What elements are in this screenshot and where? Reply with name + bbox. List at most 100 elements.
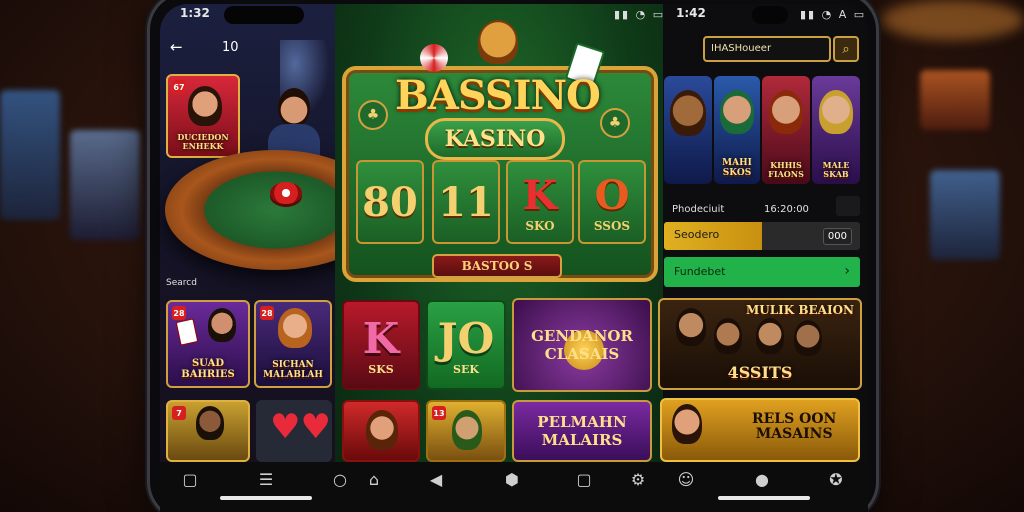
- game-tile-gold-portrait[interactable]: 13: [426, 400, 506, 462]
- logo-subtitle: KASINO: [425, 118, 565, 160]
- section-label: Searcd: [166, 278, 197, 288]
- game-tile-jo[interactable]: JO SEK: [426, 300, 506, 390]
- tile-pelmahn-title: PELMAHN MALAIRS: [537, 413, 627, 449]
- green-action-bar[interactable]: Fundebet ›: [664, 257, 860, 287]
- recent-apps-icon[interactable]: ▢: [574, 470, 594, 489]
- mascot-icon: [478, 20, 518, 64]
- game-tile-red-portrait[interactable]: [342, 400, 420, 462]
- right-home-indicator[interactable]: [718, 496, 810, 500]
- settings-icon[interactable]: ⚙: [628, 470, 648, 489]
- reel-4: O SSOS: [578, 160, 646, 244]
- queen-portrait-icon: [819, 90, 853, 134]
- werewolf-portrait-icon: [670, 90, 706, 136]
- promo-card-2[interactable]: RELS OON MASAINS: [660, 398, 860, 462]
- game-card-1[interactable]: 28 SUAD BAHRIES: [166, 300, 250, 388]
- man-portrait-icon-1: [676, 308, 706, 346]
- left-nav: ←: [170, 38, 183, 56]
- game-card-3-badge: 7: [172, 406, 186, 420]
- background-slot-machine-left: [0, 90, 60, 220]
- man-portrait-icon-4: [794, 320, 822, 356]
- background-light: [880, 0, 1024, 40]
- middle-status-icons: ▮▮ ◔ ▭: [614, 8, 666, 21]
- game-tile-gendanor[interactable]: GENDANOR CLASAIS: [512, 298, 652, 392]
- right-game-3-title: KHHIS FIAONS: [768, 160, 804, 179]
- player-portrait-icon: [208, 308, 236, 342]
- green-bar-label: Fundebet: [674, 265, 726, 278]
- logo-title: BASSINO: [395, 72, 601, 119]
- game-card-1-title: SUAD BAHRIES: [181, 358, 235, 380]
- candy-swirl-icon: [420, 44, 448, 72]
- chip-stack-icon: [270, 182, 302, 204]
- game-card-4[interactable]: ♥♥: [256, 400, 332, 462]
- reel-4-symbol: O: [594, 171, 630, 219]
- right-game-2[interactable]: MAHI SKOS: [714, 76, 760, 184]
- game-card-1-badge: 28: [172, 306, 186, 320]
- gold-tile-badge: 13: [432, 406, 446, 420]
- gold-bar-label: Seodero: [674, 228, 720, 241]
- reel-3: K SKO: [506, 160, 574, 244]
- group-portrait-icon: [196, 406, 224, 440]
- background-slot-machine-left-2: [70, 130, 140, 240]
- right-game-1[interactable]: [664, 76, 712, 184]
- reel-1-symbol: 80: [362, 178, 418, 226]
- left-decor-button[interactable]: ♣: [358, 100, 388, 130]
- left-home-indicator[interactable]: [220, 496, 312, 500]
- featured-card-title: DUCIEDON ENHEKK: [177, 132, 229, 151]
- tile-k-symbol: K: [362, 314, 400, 363]
- game-card-3[interactable]: 7: [166, 400, 250, 462]
- tile-jo-symbol: JO: [437, 314, 495, 363]
- reel-3-caption: SKO: [525, 218, 555, 233]
- right-status-time: 1:42: [676, 6, 706, 20]
- elf-portrait-icon-2: [720, 90, 754, 134]
- featured-game-card[interactable]: 67 DUCIEDON ENHEKK: [166, 74, 240, 158]
- right-decor-button[interactable]: ♣: [600, 108, 630, 138]
- background-slot-machine-right: [920, 70, 990, 130]
- promo-1-title: MULIK BEAION: [745, 303, 854, 317]
- game-tile-pelmahn[interactable]: PELMAHN MALAIRS: [512, 400, 652, 462]
- gold-bar-value: 000: [822, 228, 852, 245]
- hearts-icon: ♥♥: [270, 407, 331, 447]
- right-game-2-title: MAHI SKOS: [722, 158, 752, 178]
- chat-icon[interactable]: ●: [752, 470, 772, 489]
- right-game-4[interactable]: MALE SKAB: [812, 76, 860, 184]
- back-arrow-icon[interactable]: ←: [170, 38, 183, 56]
- left-nav-icon-3[interactable]: ○: [330, 470, 350, 489]
- reel-4-caption: SSOS: [593, 218, 631, 233]
- gold-progress-bar[interactable]: Seodero 000: [664, 222, 860, 250]
- left-nav-icon-2[interactable]: ☰: [256, 470, 276, 489]
- profile-icon[interactable]: ☺: [676, 470, 696, 489]
- right-notch: [752, 6, 788, 24]
- right-game-3[interactable]: KHHIS FIAONS: [762, 76, 810, 184]
- tile-k-caption: SKS: [368, 363, 394, 376]
- man-portrait-icon-2: [714, 318, 742, 354]
- promo-1-subtitle: 4SSITS: [727, 363, 793, 383]
- elf-portrait-icon: [452, 410, 482, 450]
- playing-cards-icon: [175, 318, 199, 346]
- machine-plaque: BASTOO S: [432, 254, 562, 278]
- search-icon[interactable]: ⌕: [833, 36, 859, 62]
- promo-card-1[interactable]: MULIK BEAION 4SSITS: [658, 298, 862, 390]
- dealer-portrait-icon: [188, 86, 222, 126]
- left-notch: [224, 6, 304, 24]
- game-tile-k[interactable]: K SKS: [342, 300, 420, 390]
- woman-portrait-icon-2: [366, 410, 398, 450]
- reel-2-symbol: 11: [438, 178, 494, 226]
- warrior-portrait-icon: [769, 90, 803, 134]
- woman-portrait-icon-3: [672, 404, 702, 444]
- gear-icon[interactable]: ✪: [826, 470, 846, 489]
- featured-badge: 67: [172, 80, 186, 94]
- info-toggle[interactable]: [836, 196, 860, 216]
- tile-gendanor-title: GENDANOR CLASAIS: [531, 327, 633, 363]
- cube-icon[interactable]: ⬢: [502, 470, 522, 489]
- reel-3-symbol: K: [522, 171, 558, 219]
- info-label: Phodeciuit: [672, 204, 725, 215]
- man-portrait-icon-3: [756, 318, 784, 354]
- promo-2-title: RELS OON MASAINS: [752, 411, 837, 442]
- game-card-2[interactable]: 28 SICHAN MALABLAH: [254, 300, 332, 388]
- right-game-4-title: MALE SKAB: [822, 160, 850, 179]
- game-card-2-title: SICHAN MALABLAH: [263, 360, 323, 380]
- back-triangle-icon[interactable]: ◀: [426, 470, 446, 489]
- left-nav-icon-1[interactable]: ▢: [180, 470, 200, 489]
- home-icon[interactable]: ⌂: [364, 470, 384, 489]
- search-input[interactable]: IHASHoueer: [703, 36, 831, 62]
